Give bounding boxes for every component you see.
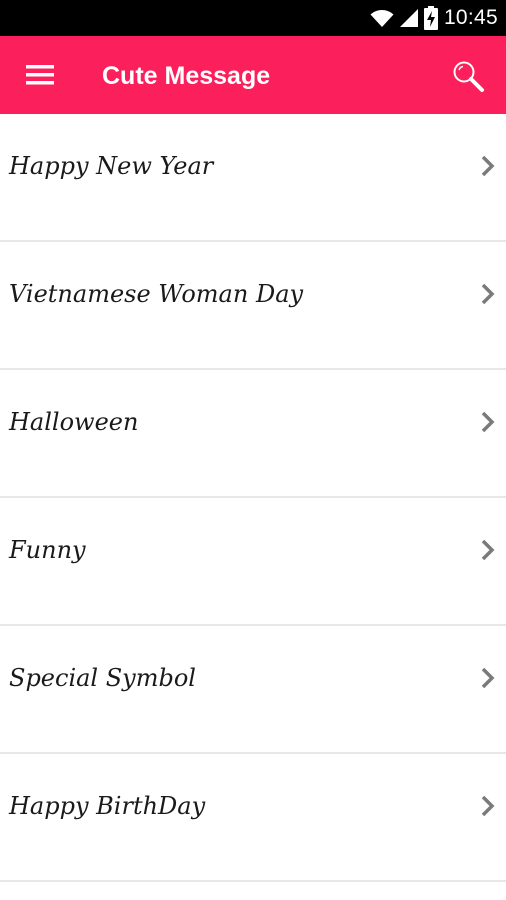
list-item-funny[interactable]: Funny [0,498,506,626]
status-bar: 10:45 [0,0,506,36]
chevron-right-icon [481,795,495,817]
list-item-special-symbol[interactable]: Special Symbol [0,626,506,754]
signal-icon [399,9,418,27]
list-item-label: Special Symbol [9,664,196,692]
hamburger-menu-icon [26,65,54,85]
chevron-right-icon [481,539,495,561]
list-item-happy-new-year[interactable]: Happy New Year [0,114,506,242]
chevron-right-icon [481,283,495,305]
list-item-label: Vietnamese Woman Day [9,280,304,308]
status-time: 10:45 [443,6,498,29]
list-item-label: Happy New Year [9,152,214,180]
list-item-label: Happy BirthDay [9,792,206,820]
status-icons: 10:45 [370,0,498,36]
battery-charging-icon [423,6,438,30]
wifi-icon [370,10,394,27]
chevron-right-icon [481,411,495,433]
list-item-label: Halloween [9,408,139,436]
search-icon [453,61,484,92]
chevron-right-icon [481,155,495,177]
app-bar: Cute Message [0,36,506,114]
list-item-vietnamese-woman-day[interactable]: Vietnamese Woman Day [0,242,506,370]
search-button[interactable] [448,56,488,96]
chevron-right-icon [481,667,495,689]
app-title: Cute Message [102,62,271,90]
list-item-halloween[interactable]: Halloween [0,370,506,498]
category-list: Happy New Year Vietnamese Woman Day Hall… [0,114,506,882]
list-item-happy-birthday[interactable]: Happy BirthDay [0,754,506,882]
list-item-label: Funny [9,536,86,564]
menu-button[interactable] [20,58,60,92]
